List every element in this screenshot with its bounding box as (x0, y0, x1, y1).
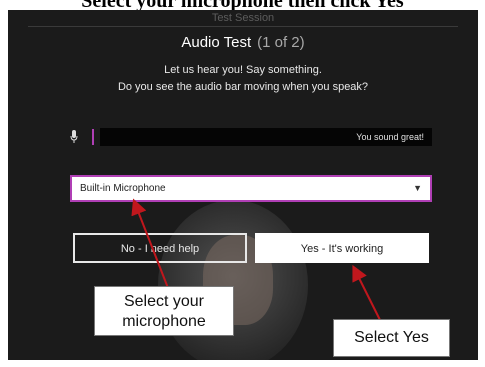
microphone-callout-line-2: microphone (122, 313, 206, 330)
annotation-arrows (131, 198, 381, 321)
yes-arrow (352, 264, 381, 321)
yes-callout: Select Yes (333, 319, 450, 357)
microphone-callout-line-1: Select your (123, 293, 205, 310)
microphone-callout: Select your microphone (94, 286, 234, 336)
mic-arrow (131, 198, 169, 289)
